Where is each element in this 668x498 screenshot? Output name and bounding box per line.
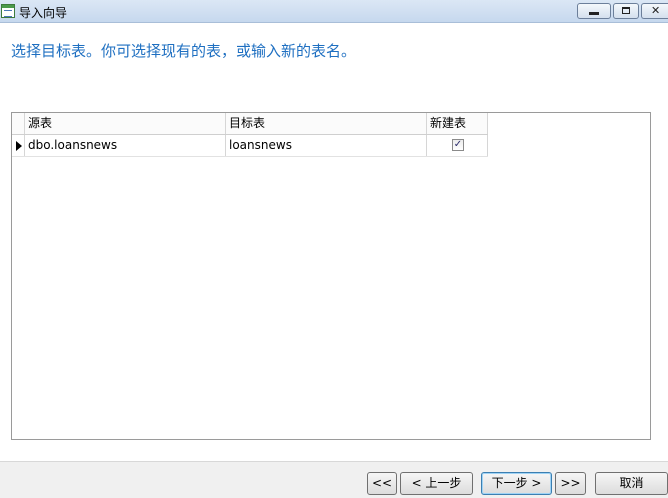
- new-table-checkbox[interactable]: ✓: [452, 139, 464, 151]
- target-table-cell[interactable]: loansnews: [226, 135, 427, 156]
- new-table-cell[interactable]: ✓: [427, 135, 488, 156]
- table-row[interactable]: dbo.loansnews loansnews ✓: [12, 135, 488, 157]
- column-header-target[interactable]: 目标表: [226, 113, 427, 134]
- first-step-button[interactable]: <<: [367, 472, 397, 495]
- table-mapping-grid[interactable]: 源表 目标表 新建表 dbo.loansnews loansnews ✓: [11, 112, 651, 440]
- checkmark-icon: ✓: [453, 139, 463, 150]
- last-step-button[interactable]: >>: [555, 472, 586, 495]
- window-title: 导入向导: [19, 6, 68, 20]
- title-bar: 导入向导 ✕: [0, 0, 668, 23]
- row-selector[interactable]: [12, 135, 25, 156]
- cancel-button[interactable]: 取消: [595, 472, 668, 495]
- wizard-footer: << < 上一步 下一步 > >> 取消: [0, 461, 668, 498]
- next-step-button[interactable]: 下一步 >: [481, 472, 552, 495]
- instruction-text: 选择目标表。你可选择现有的表，或输入新的表名。: [11, 42, 357, 60]
- source-table-cell[interactable]: dbo.loansnews: [25, 135, 226, 156]
- column-header-new-table[interactable]: 新建表: [427, 113, 488, 134]
- previous-step-button[interactable]: < 上一步: [400, 472, 473, 495]
- grid-header: 源表 目标表 新建表: [12, 113, 488, 135]
- row-pointer-icon: [16, 141, 22, 151]
- row-header-corner: [12, 113, 25, 134]
- minimize-button[interactable]: [577, 3, 611, 19]
- close-button[interactable]: ✕: [641, 3, 668, 19]
- table-import-icon: [1, 4, 15, 18]
- close-icon: ✕: [651, 4, 661, 17]
- maximize-icon: [622, 7, 630, 14]
- maximize-button[interactable]: [613, 3, 639, 19]
- column-header-source[interactable]: 源表: [25, 113, 226, 134]
- minimize-icon: [589, 12, 599, 15]
